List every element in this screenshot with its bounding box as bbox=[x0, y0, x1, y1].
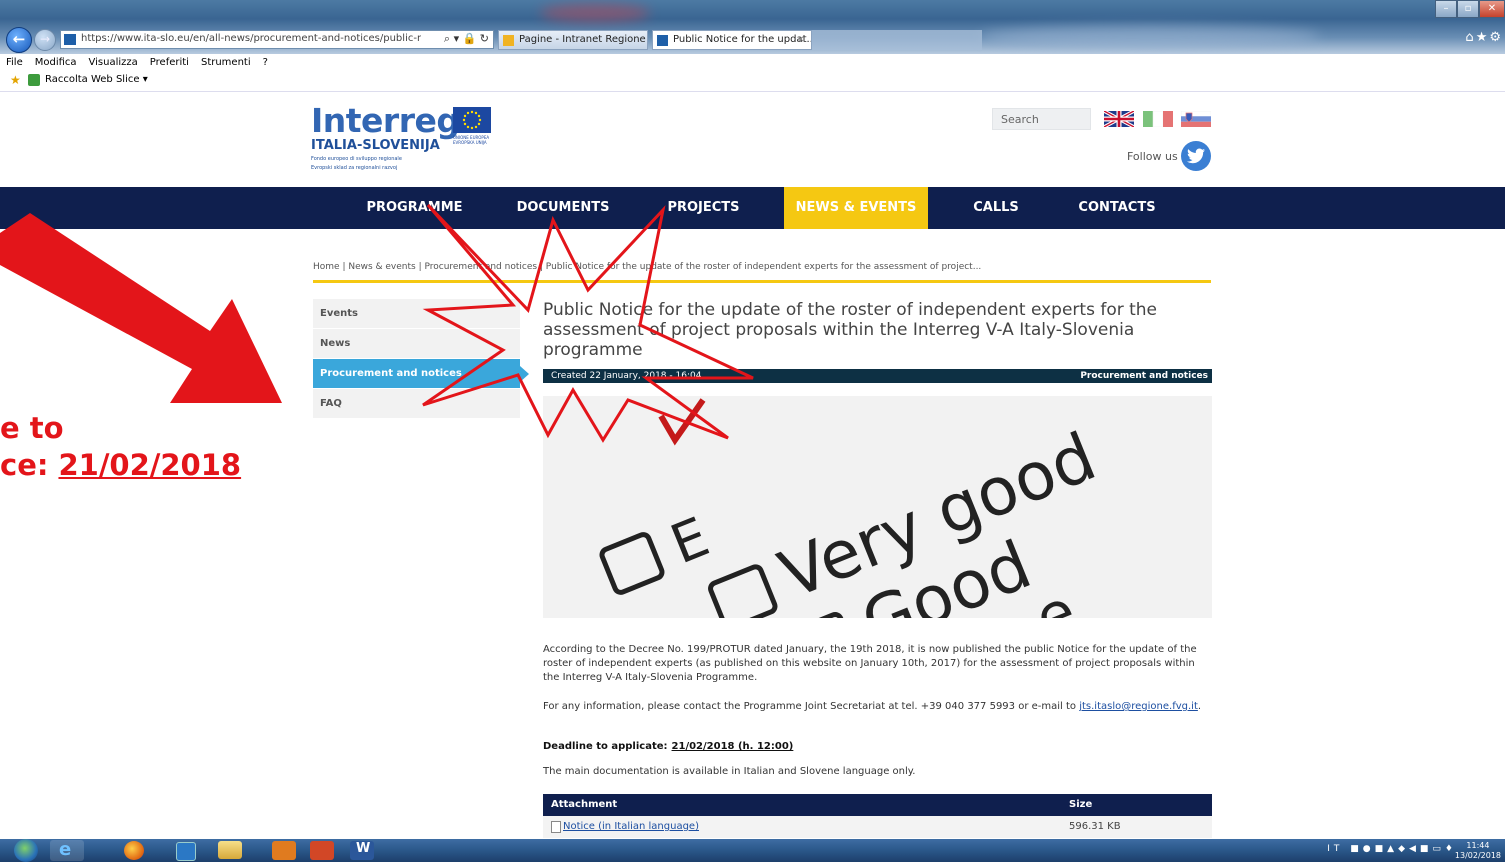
logo-word: Interreg bbox=[311, 101, 460, 140]
article-paragraph-3: The main documentation is available in I… bbox=[543, 766, 916, 777]
menu-preferiti[interactable]: Preferiti bbox=[150, 57, 189, 68]
deadline-callout: e to ce: 21/02/2018 bbox=[0, 410, 241, 484]
address-bar[interactable]: https://www.ita-slo.eu/en/all-news/procu… bbox=[60, 30, 494, 49]
clock-date: 13/02/2018 bbox=[1454, 851, 1501, 860]
web-slice-icon bbox=[28, 74, 40, 86]
category-link[interactable]: Procurement and notices bbox=[1080, 369, 1208, 383]
start-button[interactable] bbox=[14, 839, 38, 862]
starburst-highlight bbox=[418, 200, 778, 453]
tab-label: Public Notice for the updat... bbox=[673, 34, 812, 45]
forward-button[interactable]: → bbox=[34, 29, 56, 51]
close-window-button[interactable]: ✕ bbox=[1479, 0, 1505, 18]
slovenian-flag-icon[interactable] bbox=[1180, 110, 1212, 127]
powerpoint-icon[interactable] bbox=[310, 841, 334, 860]
tray-icons[interactable]: ■●■▲◆◀■▭♦ bbox=[1350, 844, 1457, 854]
media-player-icon[interactable] bbox=[176, 842, 196, 861]
size-header: Size bbox=[1069, 799, 1093, 810]
nav-news-events[interactable]: NEWS & EVENTS bbox=[784, 187, 928, 229]
outlook-icon[interactable] bbox=[272, 841, 296, 860]
table-row: Notice (in Italian language) 596.31 KB bbox=[543, 816, 1212, 838]
close-tab-icon[interactable]: × bbox=[797, 31, 805, 49]
callout-date: 21/02/2018 bbox=[58, 448, 242, 482]
taskbar: e W IT ■●■▲◆◀■▭♦ 11:44 13/02/2018 bbox=[0, 839, 1505, 862]
tab-public-notice[interactable]: Public Notice for the updat... × bbox=[652, 30, 812, 50]
search-input[interactable]: Search bbox=[992, 108, 1091, 130]
twitter-icon[interactable] bbox=[1181, 141, 1211, 171]
file-explorer-icon[interactable] bbox=[218, 841, 242, 859]
callout-line-2: ce: 21/02/2018 bbox=[0, 447, 241, 484]
favorites-star-icon[interactable]: ★ bbox=[10, 74, 22, 86]
deadline: Deadline to applicate: 21/02/2018 (h. 12:… bbox=[543, 741, 793, 752]
eu-flag-icon bbox=[453, 107, 491, 133]
callout-prefix: ce: bbox=[0, 448, 49, 482]
gear-icon[interactable]: ⚙ bbox=[1489, 30, 1503, 45]
eu-caption-2: EVROPSKA UNIJA bbox=[453, 140, 487, 145]
new-tab-area[interactable] bbox=[812, 30, 982, 50]
english-flag-icon[interactable] bbox=[1103, 109, 1135, 129]
language-indicator[interactable]: IT bbox=[1327, 844, 1343, 854]
maximize-button[interactable]: ▫ bbox=[1457, 0, 1479, 18]
clock[interactable]: 11:44 13/02/2018 bbox=[1455, 841, 1501, 861]
window-controls: – ▫ ✕ bbox=[1435, 0, 1505, 20]
logo-tagline-2: Evropski sklad za regionalni razvoj bbox=[311, 165, 398, 171]
article-paragraph-2: For any information, please contact the … bbox=[543, 701, 1202, 712]
favorites-star-icon[interactable]: ★ bbox=[1476, 30, 1490, 45]
tab-favicon-icon bbox=[503, 35, 514, 46]
favorites-bar: ★ Raccolta Web Slice ▾ bbox=[0, 71, 1505, 92]
browser-toolbar-icons[interactable]: ⌂★⚙ bbox=[1465, 30, 1503, 45]
nav-contacts[interactable]: CONTACTS bbox=[1059, 187, 1175, 229]
menu-file[interactable]: File bbox=[6, 57, 23, 68]
email-link[interactable]: jts.itaslo@regione.fvg.it bbox=[1079, 701, 1198, 712]
firefox-icon[interactable] bbox=[124, 841, 144, 860]
menu-bar: File Modifica Visualizza Preferiti Strumenti… bbox=[0, 54, 1505, 71]
menu-strumenti[interactable]: Strumenti bbox=[201, 57, 251, 68]
tab-label: Pagine - Intranet Regione FVG bbox=[519, 34, 647, 45]
red-arrow-icon bbox=[0, 213, 290, 416]
address-url: https://www.ita-slo.eu/en/all-news/procu… bbox=[81, 33, 421, 44]
system-tray[interactable]: IT ■●■▲◆◀■▭♦ bbox=[1327, 844, 1457, 854]
attachment-size: 596.31 KB bbox=[1069, 821, 1121, 832]
attachment-link[interactable]: Notice (in Italian language) bbox=[563, 816, 699, 838]
italian-flag-icon[interactable] bbox=[1143, 110, 1173, 128]
menu-modifica[interactable]: Modifica bbox=[35, 57, 77, 68]
contact-text: For any information, please contact the … bbox=[543, 701, 1077, 712]
home-icon[interactable]: ⌂ bbox=[1465, 30, 1475, 45]
attachments-table-header: Attachment Size bbox=[543, 794, 1212, 816]
back-button[interactable]: ← bbox=[6, 27, 32, 53]
callout-line-1: e to bbox=[0, 411, 64, 445]
web-slice-gallery-link[interactable]: Raccolta Web Slice ▾ bbox=[45, 74, 148, 85]
article-paragraph-1: According to the Decree No. 199/PROTUR d… bbox=[543, 644, 1197, 683]
document-icon bbox=[551, 821, 561, 833]
eu-caption: UNIONE EUROPEA EVROPSKA UNIJA bbox=[453, 135, 489, 145]
word-icon[interactable]: W bbox=[350, 841, 374, 860]
address-actions[interactable]: ⌕ ▾ 🔒 ↻ bbox=[444, 32, 489, 46]
follow-us-label: Follow us bbox=[1127, 150, 1178, 163]
site-favicon-icon bbox=[64, 34, 76, 45]
menu-visualizza[interactable]: Visualizza bbox=[89, 57, 138, 68]
menu-help[interactable]: ? bbox=[263, 57, 268, 68]
logo-region: ITALIA-SLOVENIJA bbox=[311, 138, 440, 153]
deadline-value: 21/02/2018 (h. 12:00) bbox=[671, 741, 794, 752]
deadline-label: Deadline to applicate: bbox=[543, 741, 668, 752]
clock-time: 11:44 bbox=[1466, 841, 1490, 850]
logo-tagline-1: Fondo europeo di sviluppo regionale bbox=[311, 156, 402, 162]
attachment-header: Attachment bbox=[551, 799, 618, 810]
interreg-logo[interactable]: Interreg ITALIA-SLOVENIJA Fondo europeo … bbox=[311, 101, 460, 172]
internet-explorer-icon[interactable]: e bbox=[50, 839, 84, 861]
nav-calls[interactable]: CALLS bbox=[950, 187, 1042, 229]
tab-intranet[interactable]: Pagine - Intranet Regione FVG bbox=[498, 30, 648, 50]
minimize-button[interactable]: – bbox=[1435, 0, 1457, 18]
tab-favicon-icon bbox=[657, 35, 668, 46]
